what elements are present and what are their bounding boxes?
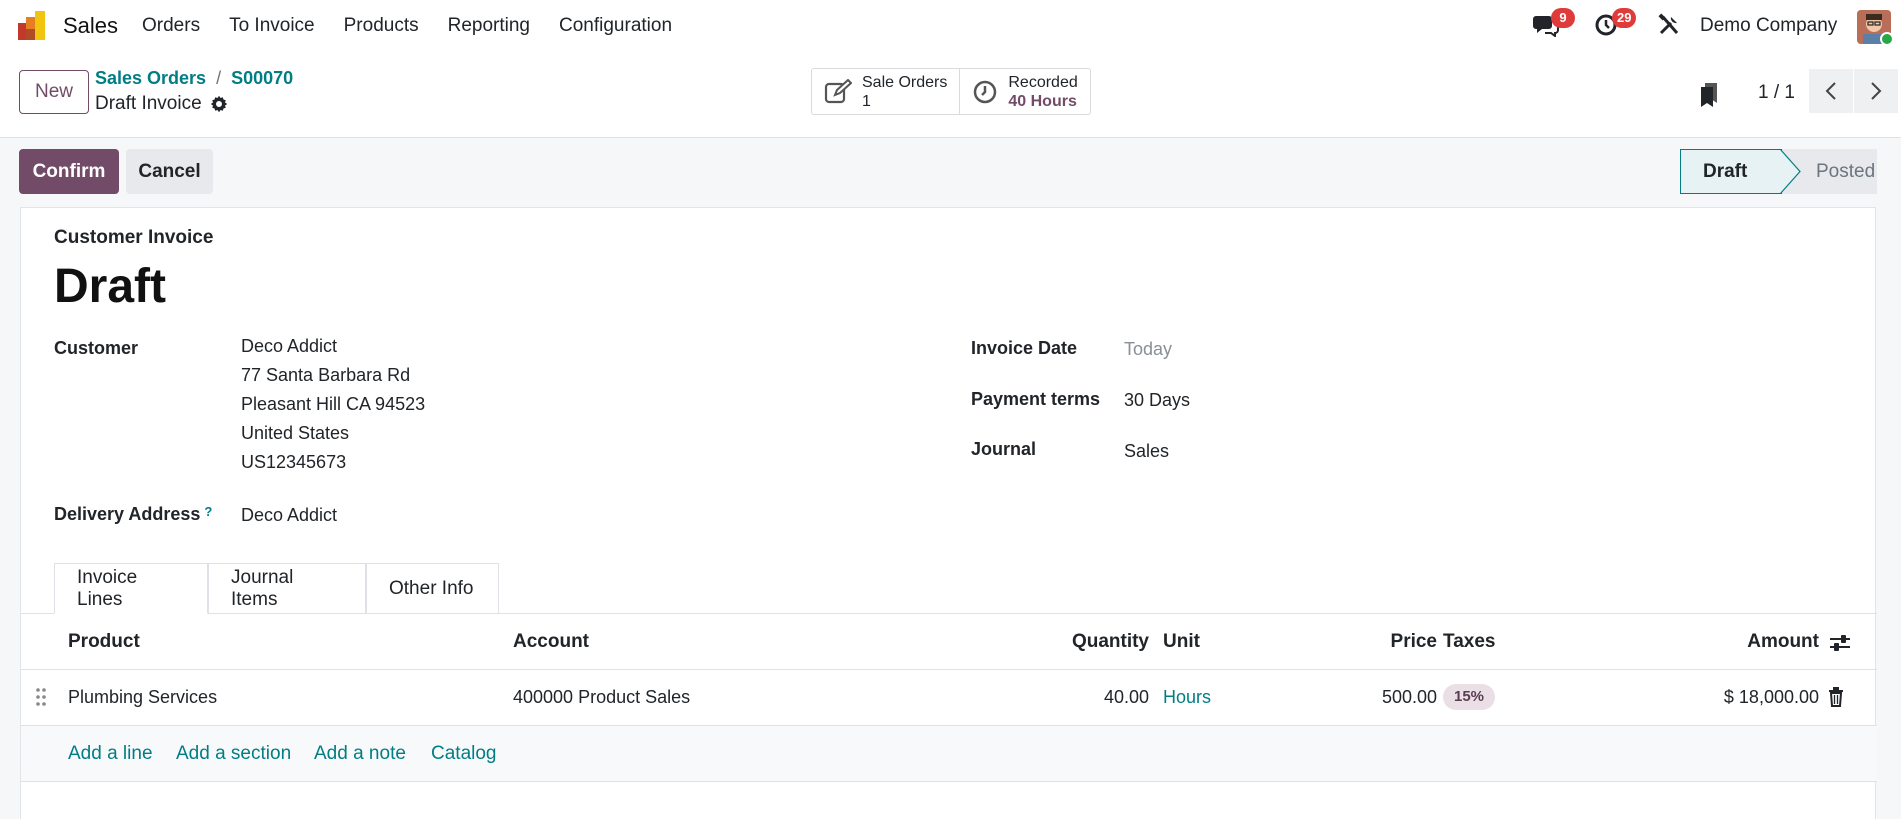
gear-icon[interactable] bbox=[210, 95, 228, 113]
customer-city: Pleasant Hill CA 94523 bbox=[241, 394, 426, 414]
customer-name[interactable]: Deco Addict bbox=[241, 332, 425, 361]
line-account[interactable]: 400000 Product Sales bbox=[513, 687, 690, 708]
pager-previous-button[interactable] bbox=[1809, 69, 1853, 113]
line-product[interactable]: Plumbing Services bbox=[68, 687, 217, 708]
customer-field[interactable]: Deco Addict 77 Santa Barbara Rd Pleasant… bbox=[241, 332, 425, 477]
app-name[interactable]: Sales bbox=[63, 13, 118, 39]
column-taxes[interactable]: Taxes bbox=[1443, 631, 1495, 653]
line-amount: $ 18,000.00 bbox=[1723, 687, 1819, 707]
record-title: Draft Invoice bbox=[95, 93, 202, 114]
status-draft[interactable]: Draft bbox=[1680, 149, 1782, 194]
company-switcher[interactable]: Demo Company bbox=[1700, 15, 1837, 37]
customer-label: Customer bbox=[54, 338, 139, 358]
menu-products[interactable]: Products bbox=[344, 15, 419, 37]
top-navbar: Sales Orders To Invoice Products Reporti… bbox=[0, 0, 1901, 53]
sale-orders-smart-button[interactable]: Sale Orders 1 bbox=[812, 69, 959, 114]
journal-field[interactable]: Sales bbox=[1124, 441, 1169, 462]
tab-other-info[interactable]: Other Info bbox=[366, 563, 499, 614]
catalog-link[interactable]: Catalog bbox=[431, 743, 497, 765]
invoice-lines-header: Product Account Quantity Unit Price Taxe… bbox=[21, 614, 1877, 670]
breadcrumb-order[interactable]: S00070 bbox=[231, 68, 293, 89]
sale-orders-count: 1 bbox=[862, 92, 871, 110]
sale-orders-label: Sale Orders bbox=[862, 73, 948, 91]
document-title: Draft bbox=[54, 260, 167, 313]
help-icon[interactable]: ? bbox=[204, 504, 212, 519]
line-unit[interactable]: Hours bbox=[1163, 687, 1211, 708]
clock-icon bbox=[974, 80, 997, 103]
main-menu: Orders To Invoice Products Reporting Con… bbox=[142, 15, 701, 37]
menu-orders[interactable]: Orders bbox=[142, 15, 200, 37]
control-panel: New Sales Orders / S00070 Draft Invoice … bbox=[0, 53, 1901, 138]
messages-badge: 9 bbox=[1551, 8, 1575, 28]
table-row[interactable]: Plumbing Services 400000 Product Sales 4… bbox=[21, 670, 1877, 726]
document-type: Customer Invoice bbox=[54, 227, 214, 248]
trash-icon[interactable] bbox=[1828, 687, 1844, 707]
chevron-right-icon bbox=[1871, 82, 1882, 100]
journal-label: Journal bbox=[971, 439, 1037, 459]
status-bar: Posted Draft bbox=[1680, 149, 1877, 194]
invoice-date-label: Invoice Date bbox=[971, 338, 1078, 358]
drag-handle-icon[interactable] bbox=[35, 687, 47, 707]
customer-street: 77 Santa Barbara Rd bbox=[241, 365, 411, 385]
recorded-value: 40 Hours bbox=[1008, 92, 1077, 110]
menu-reporting[interactable]: Reporting bbox=[448, 15, 530, 37]
recorded-hours-smart-button[interactable]: Recorded 40 Hours bbox=[959, 69, 1089, 114]
column-unit[interactable]: Unit bbox=[1163, 631, 1200, 653]
activities-button[interactable]: 29 bbox=[1594, 8, 1637, 41]
add-note-link[interactable]: Add a note bbox=[314, 743, 406, 765]
status-arrow-shape bbox=[1780, 149, 1801, 194]
delivery-address-label-text: Delivery Address bbox=[54, 504, 201, 524]
column-amount[interactable]: Amount bbox=[1747, 631, 1819, 653]
breadcrumb-sales-orders[interactable]: Sales Orders bbox=[95, 68, 206, 89]
new-button[interactable]: New bbox=[19, 70, 89, 114]
line-quantity[interactable]: 40.00 bbox=[1104, 687, 1149, 708]
debug-tools-button[interactable] bbox=[1657, 13, 1687, 41]
line-price[interactable]: 500.00 bbox=[1382, 687, 1437, 708]
form-sheet: Customer Invoice Draft Customer Deco Add… bbox=[20, 207, 1877, 819]
delivery-address-field[interactable]: Deco Addict bbox=[241, 505, 337, 526]
optional-columns-icon[interactable] bbox=[1829, 634, 1851, 652]
confirm-button[interactable]: Confirm bbox=[19, 149, 119, 194]
tab-journal-items[interactable]: Journal Items bbox=[208, 563, 366, 614]
activities-badge: 29 bbox=[1612, 8, 1637, 28]
recorded-label: Recorded bbox=[1008, 73, 1078, 91]
pager-value[interactable]: 1 / 1 bbox=[1758, 82, 1795, 104]
column-quantity[interactable]: Quantity bbox=[1072, 631, 1149, 653]
online-status-dot bbox=[1880, 32, 1894, 46]
smart-buttons: Sale Orders 1 Recorded 40 Hours bbox=[811, 68, 1091, 115]
line-tax-badge[interactable]: 15% bbox=[1443, 684, 1496, 710]
sales-app-icon[interactable] bbox=[18, 11, 50, 41]
notebook-tabs: Invoice Lines Journal Items Other Info bbox=[54, 563, 499, 614]
cancel-button[interactable]: Cancel bbox=[126, 149, 213, 194]
customer-country: United States bbox=[241, 423, 350, 443]
record-title-row: Draft Invoice bbox=[95, 93, 228, 115]
add-line-link[interactable]: Add a line bbox=[68, 743, 153, 765]
payment-terms-field[interactable]: 30 Days bbox=[1124, 390, 1190, 411]
delivery-address-label: Delivery Address? bbox=[54, 504, 212, 525]
column-price[interactable]: Price bbox=[1391, 631, 1437, 653]
breadcrumb-separator: / bbox=[216, 68, 222, 88]
bookmark-icon[interactable] bbox=[1700, 83, 1718, 107]
column-account[interactable]: Account bbox=[513, 631, 589, 653]
tab-invoice-lines[interactable]: Invoice Lines bbox=[54, 563, 208, 614]
payment-terms-label: Payment terms bbox=[971, 389, 1101, 409]
add-section-link[interactable]: Add a section bbox=[176, 743, 291, 765]
invoice-date-field[interactable]: Today bbox=[1124, 339, 1172, 360]
messages-button[interactable]: 9 bbox=[1533, 8, 1575, 41]
chevron-left-icon bbox=[1825, 82, 1836, 100]
pager-next-button[interactable] bbox=[1854, 69, 1898, 113]
menu-to-invoice[interactable]: To Invoice bbox=[229, 15, 315, 37]
tools-icon bbox=[1658, 13, 1679, 35]
breadcrumb: Sales Orders / S00070 bbox=[95, 68, 293, 89]
menu-configuration[interactable]: Configuration bbox=[559, 15, 672, 37]
customer-vat: US12345673 bbox=[241, 452, 347, 472]
edit-icon bbox=[824, 78, 852, 103]
add-line-row: Add a line Add a section Add a note Cata… bbox=[21, 726, 1877, 782]
column-product[interactable]: Product bbox=[68, 631, 140, 653]
